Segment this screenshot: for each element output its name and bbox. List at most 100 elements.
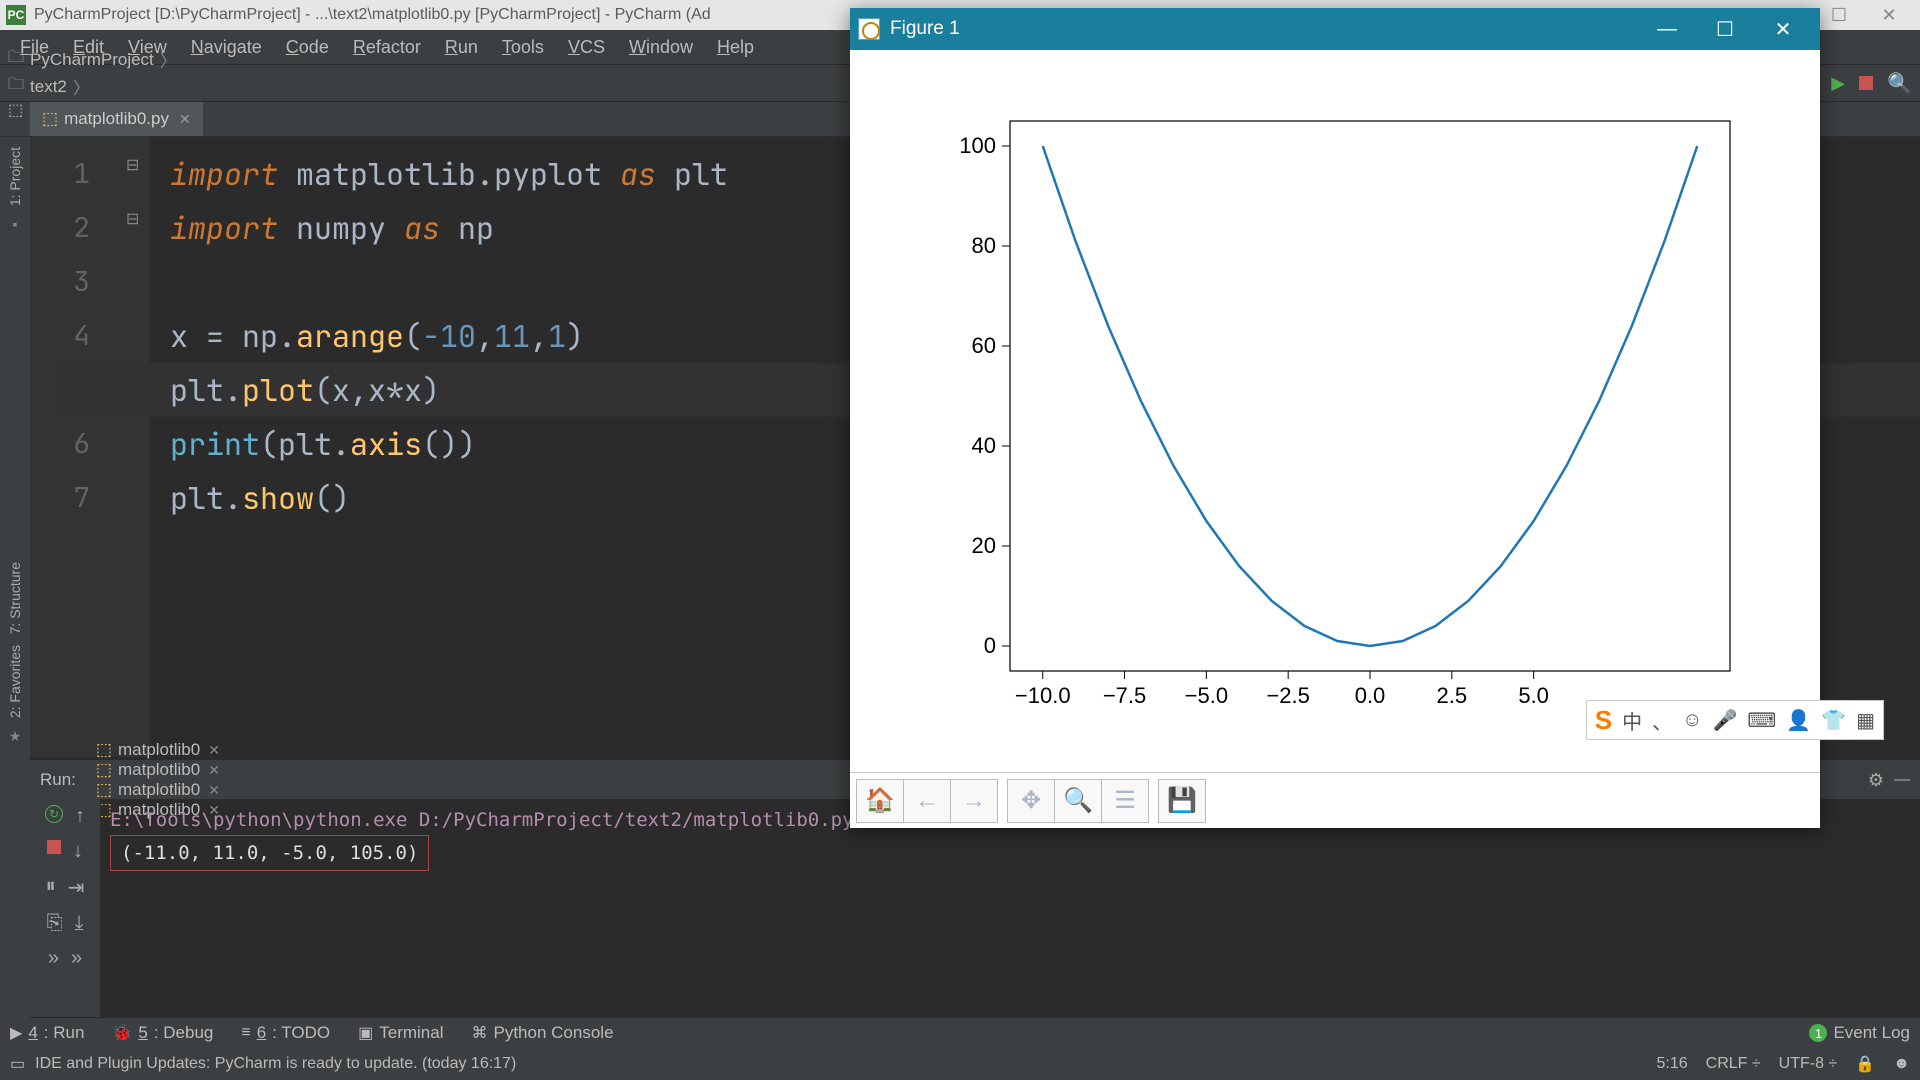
ime-toolbar[interactable]: S 中、☺🎤⌨👤👕▦ — [1586, 700, 1884, 740]
maximize-icon[interactable]: ☐ — [1696, 17, 1754, 42]
run-side-toolbar: ↻ ↑ ↓ ⏸ ⇥ ⎘ ⤓ » » — [30, 799, 100, 1017]
run-config-tab[interactable]: ⬚matplotlib0✕ — [96, 760, 220, 780]
tab-icon: ▣ — [358, 1023, 373, 1043]
fold-strip: ⊟ ⊟ — [120, 137, 150, 757]
soft-wrap-icon[interactable]: ⇥ — [68, 875, 85, 900]
left-tool-strip: 1: Project ▪ 7: Structure 2: Favorites ★ — [0, 137, 30, 1042]
home-icon[interactable]: 🏠 — [856, 779, 904, 823]
tool-structure-tab[interactable]: 7: Structure — [7, 562, 23, 634]
gear-icon[interactable]: ⚙ — [1868, 770, 1884, 791]
fold-arrow-icon[interactable]: ⊟ — [126, 209, 139, 229]
python-file-icon: ⬚ — [96, 780, 112, 800]
menu-window[interactable]: Window — [617, 37, 705, 58]
svg-text:−2.5: −2.5 — [1266, 683, 1309, 708]
close-icon[interactable]: ✕ — [208, 762, 220, 779]
os-close-icon[interactable]: ✕ — [1864, 5, 1914, 26]
subplots-icon[interactable]: ☰ — [1101, 779, 1149, 823]
bottom-tab-pythonconsole[interactable]: ⌘Python Console — [472, 1023, 614, 1043]
close-tab-icon[interactable]: ✕ — [179, 111, 191, 128]
scroll-end-icon[interactable]: ⤓ — [75, 912, 84, 935]
ime-item[interactable]: ▦ — [1856, 708, 1875, 733]
plot-canvas[interactable]: 020406080100−10.0−7.5−5.0−2.50.02.55.0 — [850, 50, 1820, 772]
event-log-tab[interactable]: 1Event Log — [1809, 1023, 1910, 1043]
breadcrumb-item[interactable]: 🗀PyCharmProject〉 — [8, 46, 183, 73]
menu-vcs[interactable]: VCS — [556, 37, 617, 58]
run-output: (-11.0, 11.0, -5.0, 105.0) — [110, 835, 429, 871]
python-file-icon: ⬚ — [8, 100, 23, 120]
bottom-tab-terminal[interactable]: ▣Terminal — [358, 1023, 443, 1043]
matplotlib-icon — [858, 18, 880, 40]
bottom-tool-tabs: ▶4: Run 🐞5: Debug ≡6: TODO ▣Terminal ⌘Python… — [0, 1018, 1920, 1048]
menu-code[interactable]: Code — [274, 37, 341, 58]
line-separator[interactable]: CRLF ÷ — [1706, 1055, 1761, 1073]
figure-titlebar[interactable]: Figure 1 — ☐ ✕ — [850, 8, 1820, 50]
ime-item[interactable]: 中 — [1622, 706, 1642, 735]
run-label: Run: — [40, 770, 76, 790]
run-config-tab[interactable]: ⬚matplotlib0✕ — [96, 780, 220, 800]
tab-icon: 🐞 — [112, 1023, 132, 1043]
svg-text:20: 20 — [972, 533, 996, 558]
ime-item[interactable]: ☺ — [1682, 709, 1702, 732]
hector-icon[interactable]: ☻ — [1893, 1055, 1910, 1073]
zoom-icon[interactable]: 🔍 — [1054, 779, 1102, 823]
back-icon[interactable]: ← — [903, 779, 951, 823]
tab-icon: ≡ — [241, 1024, 250, 1042]
line-number: 4 — [30, 309, 90, 363]
bottom-tab-todo[interactable]: ≡6: TODO — [241, 1023, 330, 1043]
tool-project-tab[interactable]: 1: Project — [7, 147, 23, 206]
svg-text:−10.0: −10.0 — [1015, 683, 1071, 708]
minimize-icon[interactable]: — — [1638, 18, 1696, 41]
menu-run[interactable]: Run — [433, 37, 490, 58]
export-icon[interactable]: ⎘ — [47, 912, 63, 935]
more-icon[interactable]: » — [48, 947, 59, 970]
pause-icon[interactable]: ⏸ — [46, 875, 56, 900]
caret-position: 5:16 — [1657, 1055, 1688, 1073]
window-title: PyCharmProject [D:\PyCharmProject] - ...… — [34, 6, 711, 24]
up-arrow-icon[interactable]: ↑ — [75, 805, 85, 828]
menu-tools[interactable]: Tools — [490, 37, 556, 58]
editor-tab[interactable]: ⬚ matplotlib0.py ✕ — [30, 102, 204, 136]
menu-navigate[interactable]: Navigate — [179, 37, 274, 58]
menu-help[interactable]: Help — [705, 37, 766, 58]
save-icon[interactable]: 💾 — [1158, 779, 1206, 823]
run-console[interactable]: E:\Tools\python\python.exe D:/PyCharmPro… — [100, 799, 1920, 1017]
menu-refactor[interactable]: Refactor — [341, 37, 433, 58]
close-icon[interactable]: ✕ — [1754, 17, 1812, 42]
svg-text:60: 60 — [972, 333, 996, 358]
folder-icon: 🗀 — [8, 73, 24, 100]
run-button-icon[interactable]: ▶ — [1831, 73, 1845, 94]
close-icon[interactable]: ✕ — [208, 782, 220, 799]
rerun-icon[interactable]: ↻ — [45, 805, 63, 823]
breadcrumb-item[interactable]: 🗀text2〉 — [8, 73, 183, 100]
bottom-tab-run[interactable]: ▶4: Run — [10, 1023, 84, 1043]
hide-tool-icon[interactable]: — — [1894, 771, 1910, 789]
stop-icon[interactable] — [47, 840, 61, 854]
python-file-icon: ⬚ — [96, 760, 112, 780]
bottom-tab-debug[interactable]: 🐞5: Debug — [112, 1023, 213, 1043]
figure-title: Figure 1 — [890, 18, 960, 40]
ime-item[interactable]: 👕 — [1821, 708, 1846, 733]
ime-item[interactable]: 、 — [1652, 706, 1672, 735]
readonly-lock-icon[interactable]: 🔒 — [1855, 1054, 1875, 1074]
os-maximize-icon[interactable]: ☐ — [1814, 5, 1864, 26]
stop-button-icon[interactable] — [1859, 76, 1873, 90]
down-arrow-icon[interactable]: ↓ — [73, 840, 83, 863]
ime-item[interactable]: 🎤 — [1713, 708, 1738, 733]
tool-favorites-tab[interactable]: 2: Favorites — [7, 645, 23, 718]
run-config-tab[interactable]: ⬚matplotlib0✕ — [96, 740, 220, 760]
ime-item[interactable]: 👤 — [1786, 708, 1811, 733]
status-bar: ▭ IDE and Plugin Updates: PyCharm is rea… — [0, 1048, 1920, 1080]
more-icon[interactable]: » — [71, 947, 82, 970]
folder-icon: 🗀 — [8, 46, 24, 73]
file-encoding[interactable]: UTF-8 ÷ — [1779, 1055, 1838, 1073]
event-count-badge: 1 — [1809, 1024, 1827, 1042]
forward-icon[interactable]: → — [950, 779, 998, 823]
close-icon[interactable]: ✕ — [208, 742, 220, 759]
fold-arrow-icon[interactable]: ⊟ — [126, 155, 139, 175]
ime-item[interactable]: ⌨ — [1747, 708, 1776, 733]
svg-text:100: 100 — [959, 133, 996, 158]
star-icon: ★ — [0, 728, 30, 745]
notification-icon[interactable]: ▭ — [10, 1054, 25, 1074]
pan-icon[interactable]: ✥ — [1007, 779, 1055, 823]
search-everywhere-icon[interactable]: 🔍 — [1887, 71, 1912, 96]
